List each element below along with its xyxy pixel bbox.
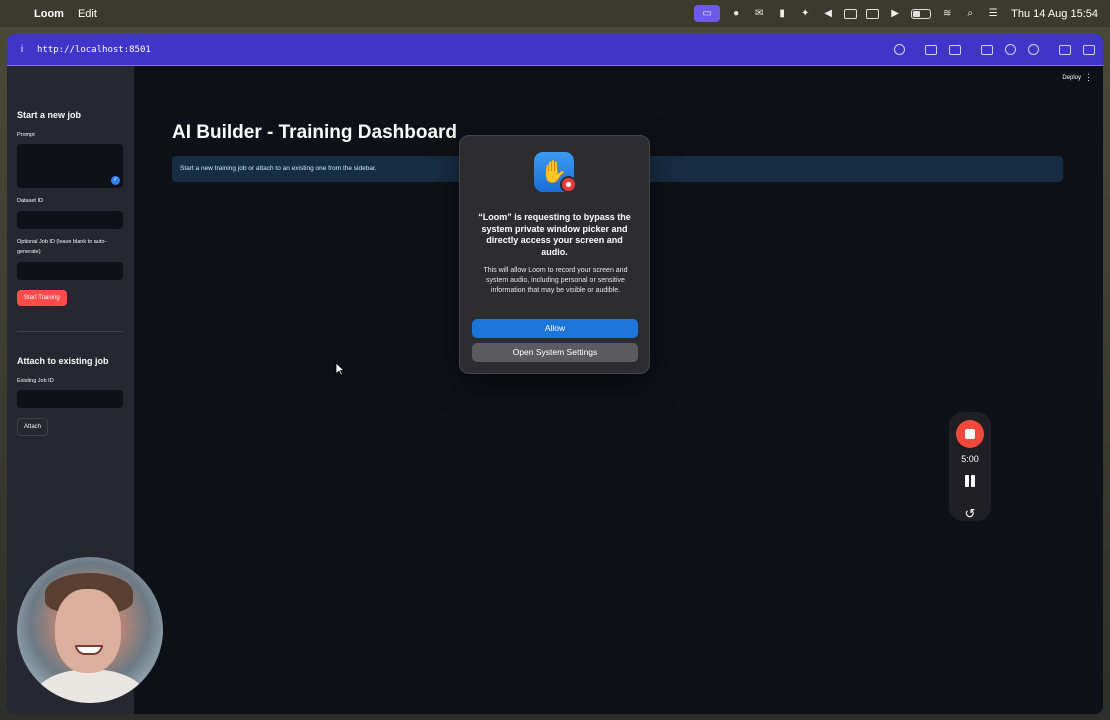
- camera-icon[interactable]: [949, 44, 961, 55]
- loom-recording-icon[interactable]: ▭: [694, 5, 721, 22]
- url-field[interactable]: http://localhost:8501: [37, 45, 151, 55]
- allow-button[interactable]: Allow: [472, 319, 638, 338]
- menu-edit[interactable]: Edit: [78, 8, 97, 20]
- app-menu-loom[interactable]: Loom: [34, 8, 64, 20]
- target-icon[interactable]: [1028, 44, 1039, 55]
- open-system-settings-button[interactable]: Open System Settings: [472, 343, 638, 362]
- new-job-heading: Start a new job: [17, 110, 82, 120]
- start-training-button[interactable]: Start Training: [17, 290, 67, 306]
- job-id-label: Optional Job ID (leave blank to auto-gen…: [17, 239, 107, 256]
- tray-clipboard-icon[interactable]: ▮: [775, 8, 789, 20]
- dialog-body: This will allow Loom to record your scre…: [483, 267, 628, 294]
- pause-icon[interactable]: [964, 475, 976, 487]
- address-bar: i http://localhost:8501: [7, 34, 1103, 65]
- display-icon[interactable]: [844, 8, 858, 19]
- webcam-bubble[interactable]: [17, 557, 163, 703]
- webcam-face: [55, 589, 121, 673]
- status-tray: ▭ ● ✉ ▮ ✦ ◀ ▶ ≋ ⌕ ☰ Thu 14 Aug 15:54: [694, 0, 1098, 27]
- sidebar-divider: [17, 331, 123, 332]
- record-badge-icon: [560, 176, 577, 193]
- grammar-check-icon[interactable]: ✓: [111, 176, 120, 185]
- browser-toolbar: [894, 34, 1095, 65]
- job-id-input[interactable]: [17, 262, 123, 280]
- volume-icon[interactable]: ◀: [821, 8, 835, 20]
- menubar-clock[interactable]: Thu 14 Aug 15:54: [1011, 8, 1098, 20]
- window-icon[interactable]: [981, 44, 993, 55]
- play-icon[interactable]: ▶: [888, 8, 902, 20]
- menu-bar: Loom Edit ▭ ● ✉ ▮ ✦ ◀ ▶ ≋ ⌕ ☰ Thu 14 Aug…: [0, 0, 1110, 27]
- existing-job-id-label: Existing Job ID: [17, 378, 54, 384]
- restart-icon[interactable]: ↺: [961, 506, 979, 522]
- prompt-label: Prompt: [17, 132, 35, 138]
- spotlight-search-icon[interactable]: ⌕: [963, 8, 977, 20]
- deploy-button[interactable]: Deploy: [1062, 75, 1081, 81]
- control-center-icon[interactable]: ☰: [986, 8, 1000, 20]
- loom-recorder-controls: 5:00 ↺: [949, 412, 991, 521]
- link-icon[interactable]: [894, 44, 905, 55]
- tray-mail-icon[interactable]: ✉: [752, 8, 766, 20]
- main-menu-icon[interactable]: ⋮: [1084, 72, 1093, 83]
- existing-job-id-input[interactable]: [17, 390, 123, 408]
- tray-app-icon[interactable]: ●: [729, 8, 743, 20]
- extensions-icon[interactable]: [1059, 44, 1071, 55]
- site-info-icon[interactable]: i: [7, 44, 37, 55]
- battery-icon[interactable]: [911, 8, 932, 19]
- screenshot-icon[interactable]: [925, 44, 937, 55]
- prompt-textarea[interactable]: ✓: [17, 144, 123, 188]
- page-title: AI Builder - Training Dashboard: [172, 122, 458, 143]
- dataset-id-input[interactable]: [17, 211, 123, 229]
- sidebar-toggle-icon[interactable]: [1083, 44, 1095, 55]
- dataset-id-label: Dataset ID: [17, 198, 43, 204]
- recording-timer: 5:00: [961, 454, 979, 464]
- stop-recording-button[interactable]: [956, 420, 984, 448]
- keyboard-icon[interactable]: [866, 8, 880, 19]
- attach-heading: Attach to existing job: [17, 356, 109, 366]
- dialog-title: “Loom” is requesting to bypass the syste…: [478, 212, 631, 257]
- tray-pin-icon[interactable]: ✦: [798, 8, 812, 20]
- desktop: Loom Edit ▭ ● ✉ ▮ ✦ ◀ ▶ ≋ ⌕ ☰ Thu 14 Aug…: [0, 0, 1110, 720]
- attach-button[interactable]: Attach: [17, 418, 49, 436]
- wifi-icon[interactable]: ≋: [940, 8, 954, 20]
- webcam-shirt: [33, 669, 147, 703]
- permission-dialog: ✋ “Loom” is requesting to bypass the sys…: [459, 135, 650, 374]
- globe-icon[interactable]: [1005, 44, 1016, 55]
